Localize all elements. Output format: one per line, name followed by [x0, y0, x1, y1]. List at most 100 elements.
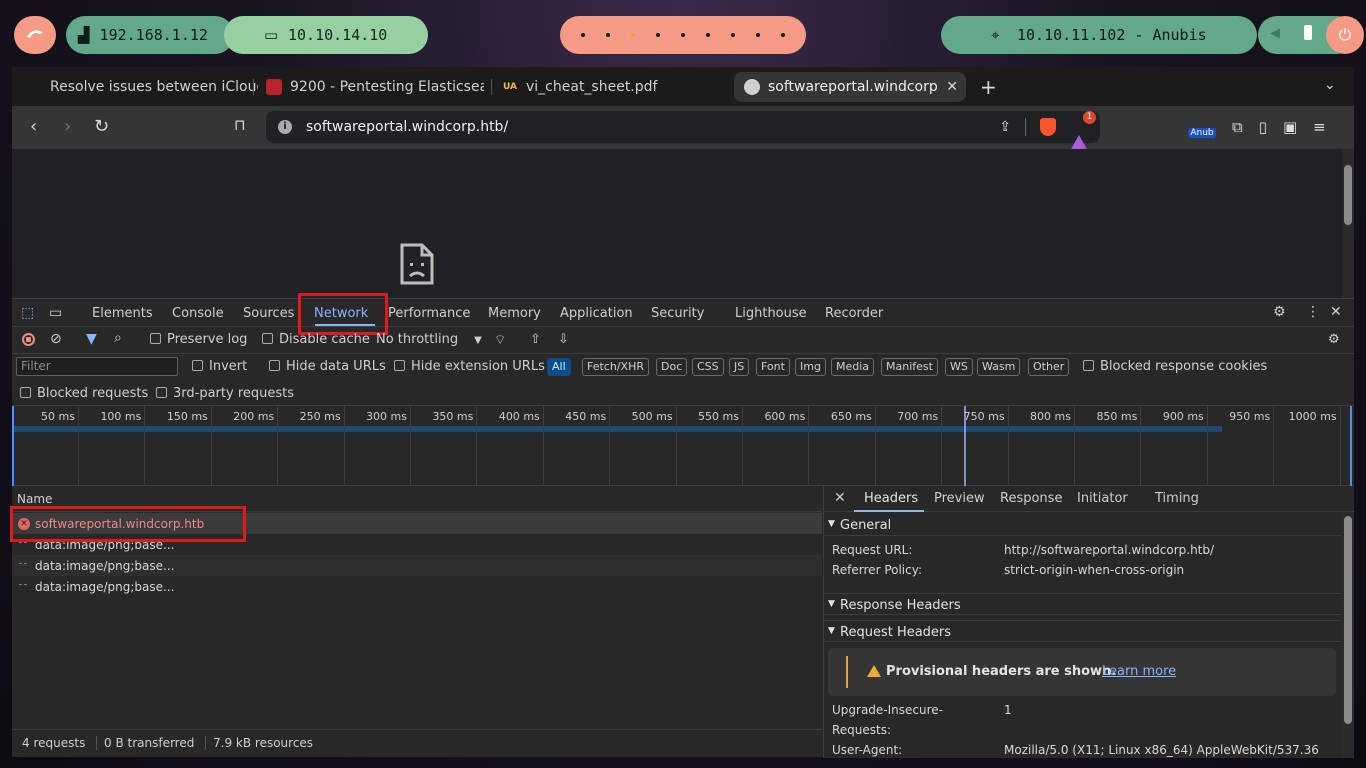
profile-label[interactable]: Anub	[1188, 128, 1216, 138]
table-row[interactable]: data:image/png;base...	[12, 576, 822, 597]
workspace-dot[interactable]	[655, 33, 660, 37]
type-filter-js[interactable]: JS	[729, 358, 750, 376]
workspace-dot[interactable]	[781, 33, 786, 37]
tab-recorder[interactable]: Recorder	[825, 306, 883, 321]
type-filter-ws[interactable]: WS	[945, 358, 973, 376]
chevron-down-icon[interactable]: ⌄	[1324, 77, 1336, 93]
tab-memory[interactable]: Memory	[488, 306, 541, 321]
workspace-switcher[interactable]	[560, 16, 806, 54]
workspace-dot[interactable]	[680, 33, 685, 37]
clear-icon[interactable]: ⊘	[50, 331, 62, 347]
tab-lighthouse[interactable]: Lighthouse	[735, 306, 807, 321]
network-settings-gear-icon[interactable]: ⚙	[1328, 332, 1340, 347]
wallet-icon[interactable]: ▣	[1283, 118, 1297, 136]
type-filter-all[interactable]: All	[547, 358, 571, 376]
workspace-dot[interactable]	[706, 33, 711, 37]
menu-icon[interactable]: ≡	[1313, 118, 1326, 136]
tab-elements[interactable]: Elements	[92, 306, 153, 321]
tab-security[interactable]: Security	[651, 306, 704, 321]
type-filter-img[interactable]: Img	[795, 358, 826, 376]
import-har-icon[interactable]: ⇧	[530, 332, 541, 347]
type-filter-font[interactable]: Font	[756, 358, 790, 376]
vpn-ip-widget[interactable]: ▭ 10.10.14.10	[224, 16, 428, 54]
volume-icon[interactable]: ◀	[1270, 26, 1280, 41]
disable-cache-checkbox[interactable]: Disable cache	[262, 332, 370, 347]
battery-icon[interactable]	[1304, 25, 1312, 40]
throttling-select[interactable]: No throttling ▼	[376, 332, 482, 347]
browser-tab-active[interactable]: softwareportal.windcorp.htb ✕	[734, 72, 966, 102]
close-devtools-icon[interactable]: ✕	[1330, 304, 1342, 320]
type-filter-manifest[interactable]: Manifest	[881, 358, 938, 376]
new-tab-button[interactable]: +	[980, 75, 997, 99]
brave-shields-icon[interactable]	[1040, 118, 1056, 136]
request-headers-section-header[interactable]: ▼ Request Headers	[824, 620, 1341, 642]
share-icon[interactable]: ⇪	[999, 119, 1011, 135]
close-details-icon[interactable]: ✕	[834, 490, 846, 506]
forward-button[interactable]: ›	[64, 116, 71, 137]
preserve-log-checkbox[interactable]: Preserve log	[150, 332, 247, 347]
tab-performance[interactable]: Performance	[388, 306, 470, 321]
learn-more-link[interactable]: Learn more	[1102, 664, 1176, 679]
tab-timing[interactable]: Timing	[1155, 491, 1199, 506]
brave-rewards-icon[interactable]: 1	[1070, 111, 1096, 151]
reload-button[interactable]: ↻	[94, 116, 109, 137]
tab-sources[interactable]: Sources	[243, 306, 294, 321]
workspace-dot[interactable]	[756, 33, 761, 37]
type-filter-media[interactable]: Media	[831, 358, 875, 376]
timeline-gridline	[1074, 406, 1075, 486]
type-filter-doc[interactable]: Doc	[656, 358, 688, 376]
lan-ip-widget[interactable]: ▟ 192.168.1.12	[66, 16, 234, 54]
browser-tab[interactable]: Resolve issues between iCloud	[26, 72, 258, 102]
extensions-icon[interactable]: ⧉	[1232, 118, 1243, 136]
type-filter-fetch-xhr[interactable]: Fetch/XHR	[582, 358, 649, 376]
tab-headers[interactable]: Headers	[864, 491, 918, 506]
sidebar-icon[interactable]: ▯	[1259, 118, 1267, 136]
response-headers-section-header[interactable]: ▼ Response Headers	[824, 593, 1341, 615]
record-button[interactable]	[22, 333, 35, 346]
back-button[interactable]: ‹	[30, 116, 37, 137]
bookmark-icon[interactable]: ⊓	[234, 116, 246, 134]
workspace-dot[interactable]	[731, 33, 736, 37]
target-widget[interactable]: ⌖ 10.10.11.102 - Anubis	[941, 16, 1257, 54]
blocked-response-cookies-checkbox[interactable]: Blocked response cookies	[1083, 359, 1267, 374]
url-text[interactable]: softwareportal.windcorp.htb/	[306, 119, 508, 135]
close-tab-icon[interactable]: ✕	[946, 79, 958, 95]
type-filter-css[interactable]: CSS	[692, 358, 724, 376]
tab-preview[interactable]: Preview	[934, 491, 985, 506]
table-row[interactable]: data:image/png;base...	[12, 555, 822, 576]
type-filter-wasm[interactable]: Wasm	[977, 358, 1021, 376]
network-timeline[interactable]: 50 ms 100 ms 150 ms 200 ms 250 ms 300 ms 350 m…	[12, 406, 1354, 486]
workspace-dot[interactable]	[605, 33, 610, 37]
network-conditions-icon[interactable]: ⌔	[494, 332, 506, 348]
kali-menu-button[interactable]	[14, 16, 56, 54]
type-filter-other[interactable]: Other	[1028, 358, 1070, 376]
tab-initiator[interactable]: Initiator	[1077, 491, 1128, 506]
page-scrollbar[interactable]	[1342, 149, 1354, 298]
power-icon[interactable]: ⏻	[1326, 16, 1364, 54]
site-info-icon[interactable]: i	[278, 120, 292, 134]
workspace-dot[interactable]	[580, 33, 585, 37]
browser-tab[interactable]: 9200 - Pentesting Elasticsearch	[266, 72, 484, 102]
tab-application[interactable]: Application	[560, 306, 633, 321]
third-party-requests-checkbox[interactable]: 3rd-party requests	[156, 386, 294, 401]
general-section-header[interactable]: ▼ General	[824, 514, 1341, 536]
more-options-icon[interactable]: ⋮	[1306, 304, 1320, 320]
invert-checkbox[interactable]: Invert	[192, 359, 247, 374]
filter-input[interactable]: Filter	[16, 357, 178, 376]
tab-response[interactable]: Response	[1000, 491, 1062, 506]
device-toolbar-icon[interactable]: ▭	[49, 305, 62, 321]
blocked-requests-checkbox[interactable]: Blocked requests	[20, 386, 148, 401]
tab-console[interactable]: Console	[172, 306, 224, 321]
hide-data-urls-checkbox[interactable]: Hide data URLs	[269, 359, 386, 374]
gear-icon[interactable]: ⚙	[1273, 304, 1286, 320]
details-scrollbar[interactable]	[1341, 512, 1354, 758]
filter-icon[interactable]: ▼	[86, 331, 97, 347]
export-har-icon[interactable]: ⇩	[558, 332, 569, 347]
address-bar[interactable]: i softwareportal.windcorp.htb/ ⇪ 1	[266, 111, 1100, 151]
workspace-dot-active[interactable]	[630, 33, 635, 37]
browser-tab[interactable]: UA vi_cheat_sheet.pdf	[502, 72, 726, 102]
search-icon[interactable]: ⌕	[114, 330, 122, 346]
hide-extension-urls-checkbox[interactable]: Hide extension URLs	[394, 359, 545, 374]
column-name[interactable]: Name	[17, 492, 52, 506]
inspect-element-icon[interactable]: ⬚	[21, 305, 34, 321]
